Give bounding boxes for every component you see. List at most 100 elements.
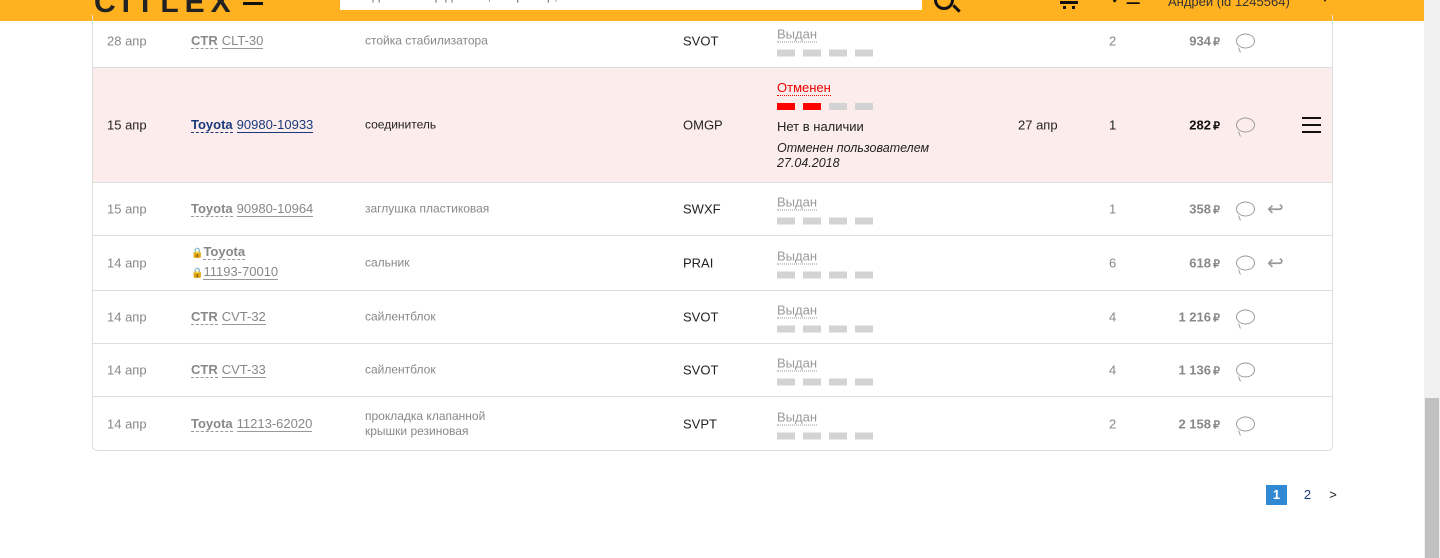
return-icon[interactable]: ↩ — [1267, 197, 1284, 222]
comment-icon[interactable] — [1236, 362, 1255, 378]
description-text: прокладка клапанной крышки резиновая — [365, 408, 486, 438]
price-value: 358 — [1189, 201, 1211, 217]
supplier: SVOT — [683, 33, 719, 49]
row-menu-icon[interactable] — [1302, 117, 1321, 133]
cart-icon[interactable] — [1060, 0, 1078, 9]
table-row: 15 апр Toyota 90980-10964 заглушка пласти… — [93, 183, 1332, 236]
page-2[interactable]: 2 — [1297, 485, 1318, 505]
quantity: 1 — [1109, 117, 1117, 133]
price: 618 ₽ — [1189, 256, 1220, 271]
part-number-link[interactable]: 11213-62020 — [236, 415, 313, 432]
lock-icon: 🔒 — [191, 268, 204, 279]
comment-icon[interactable] — [1236, 416, 1255, 431]
status-link[interactable]: Выдан — [777, 302, 818, 319]
search-icon[interactable] — [934, 0, 954, 10]
brand-link[interactable]: Toyota — [203, 244, 246, 260]
status-link[interactable]: Выдан — [777, 194, 818, 211]
menu-icon[interactable] — [243, 2, 263, 5]
status: Выдан — [777, 194, 873, 225]
status: Отменен Нет в наличии Отменен пользователе… — [777, 79, 957, 171]
status-progress — [777, 432, 873, 439]
comment-icon[interactable] — [1236, 117, 1255, 133]
status-progress — [777, 103, 957, 110]
part: CTR CVT-32 — [191, 308, 266, 326]
brand-link[interactable]: Toyota — [191, 117, 233, 133]
status: Выдан — [777, 302, 873, 333]
status-progress — [777, 378, 873, 386]
price-value: 934 — [1189, 33, 1211, 49]
lock-icon: 🔒 — [191, 248, 204, 259]
supplier: OMGP — [683, 117, 723, 133]
next-page[interactable]: > — [1328, 485, 1338, 505]
comment-icon[interactable] — [1236, 201, 1255, 217]
ruble-sign: ₽ — [1213, 365, 1220, 378]
part-number-link[interactable]: 90980-10964 — [236, 201, 314, 217]
description-text: сальник — [365, 255, 410, 270]
table-row: 14 апр CTR CVT-32 сайлентблок SVOT Выдан … — [93, 291, 1332, 344]
status: Выдан — [777, 408, 873, 439]
quantity: 4 — [1109, 362, 1117, 378]
part-number-link[interactable]: CVT-33 — [221, 362, 266, 378]
price: 2 158 ₽ — [1178, 416, 1220, 431]
price: 358 ₽ — [1189, 202, 1220, 217]
order-date: 15 апр — [107, 201, 147, 217]
status-progress — [777, 325, 873, 333]
part-number-link[interactable]: 11193-70010 — [203, 264, 279, 280]
scrollbar[interactable] — [1424, 0, 1440, 558]
status-link[interactable]: Выдан — [777, 409, 818, 425]
status-link[interactable]: Отменен — [777, 80, 831, 96]
user-name[interactable]: Андрей (id 1245564) — [1168, 0, 1290, 9]
price-value: 2 158 — [1178, 416, 1211, 431]
price: 282 ₽ — [1189, 118, 1220, 133]
brand-link[interactable]: CTR — [191, 33, 218, 49]
description-text: соединитель — [365, 117, 437, 132]
brand-link[interactable]: Toyota — [191, 415, 233, 432]
scrollbar-thumb[interactable] — [1425, 398, 1439, 558]
ruble-sign: ₽ — [1213, 312, 1220, 325]
comment-icon[interactable] — [1236, 255, 1255, 271]
price-value: 1 216 — [1178, 309, 1211, 325]
quantity: 1 — [1109, 201, 1117, 217]
status-link[interactable]: Выдан — [777, 355, 818, 372]
part-number-link[interactable]: CVT-32 — [221, 309, 266, 325]
status-link[interactable]: Выдан — [777, 248, 818, 265]
price-value: 618 — [1189, 255, 1211, 271]
part-number-link[interactable]: CLT-30 — [221, 33, 264, 49]
status: Выдан — [777, 355, 873, 386]
brand-link[interactable]: CTR — [191, 309, 218, 325]
status-progress — [777, 49, 873, 57]
ruble-sign: ₽ — [1213, 36, 1220, 49]
ruble-sign: ₽ — [1213, 204, 1220, 217]
comment-icon[interactable] — [1236, 309, 1255, 325]
order-date: 14 апр — [107, 362, 147, 378]
description: стойка стабилизатора — [365, 34, 515, 49]
status-progress — [777, 271, 873, 279]
supplier: SVOT — [683, 309, 719, 325]
ruble-sign: ₽ — [1213, 419, 1220, 431]
description-text: заглушка пластиковая — [365, 201, 490, 216]
comment-icon[interactable] — [1236, 33, 1255, 49]
supplier: SVOT — [683, 362, 719, 378]
ruble-sign: ₽ — [1213, 120, 1220, 133]
page-1[interactable]: 1 — [1266, 485, 1287, 505]
availability: Нет в наличии — [777, 119, 864, 134]
status-link[interactable]: Выдан — [777, 26, 818, 43]
delivery-date: 27 апр — [1018, 117, 1058, 133]
part-number-link[interactable]: 90980-10933 — [236, 117, 314, 133]
brand-link[interactable]: Toyota — [191, 201, 233, 217]
quantity: 2 — [1109, 416, 1117, 431]
order-date: 15 апр — [107, 117, 147, 133]
brand-link[interactable]: CTR — [191, 362, 218, 378]
orders-checklist-icon[interactable]: ✓☰ — [1110, 0, 1141, 9]
return-icon[interactable]: ↩ — [1267, 251, 1284, 276]
part: CTR CVT-33 — [191, 361, 266, 379]
part: CTR CLT-30 — [191, 32, 264, 50]
description: сайлентблок — [365, 363, 515, 378]
search-input[interactable] — [340, 0, 922, 10]
status: Выдан — [777, 26, 873, 57]
quantity: 4 — [1109, 309, 1117, 325]
status: Выдан — [777, 248, 873, 279]
pagination: 1 2 > — [1266, 485, 1338, 505]
order-date: 14 апр — [107, 255, 147, 271]
chevron-down-icon[interactable]: ▼ — [1320, 0, 1330, 5]
